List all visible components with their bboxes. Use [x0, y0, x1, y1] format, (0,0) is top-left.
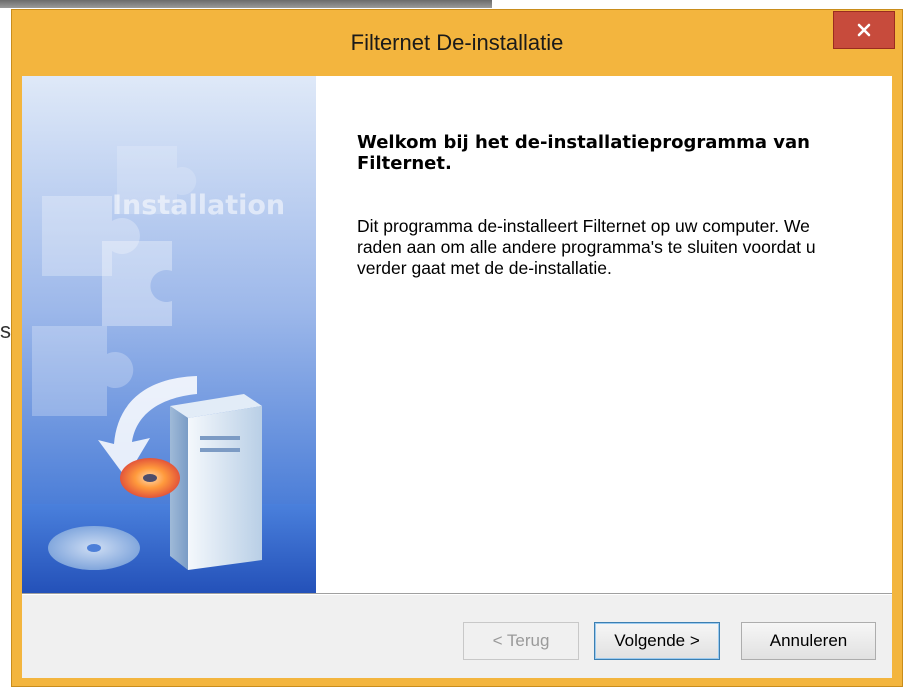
side-image-label: Installation: [112, 190, 285, 221]
footer-separator: [22, 593, 892, 595]
uninstall-dialog: Filternet De-installatie Installation We…: [11, 9, 903, 687]
cancel-button[interactable]: Annuleren: [741, 622, 876, 660]
computer-disc-install-icon: Installation: [22, 76, 316, 595]
dialog-client-area: Installation Welkom bij het de-installat…: [22, 76, 892, 678]
welcome-heading: Welkom bij het de-installatieprogramma v…: [357, 132, 810, 174]
welcome-description: Dit programma de-installeert Filternet o…: [357, 216, 816, 278]
back-button[interactable]: < Terug: [463, 622, 579, 660]
close-icon: [857, 23, 871, 37]
window-title: Filternet De-installatie: [350, 30, 564, 55]
next-button[interactable]: Volgende >: [594, 622, 720, 660]
title-bar[interactable]: Filternet De-installatie: [12, 10, 902, 76]
background-text-fragment: s: [0, 318, 11, 343]
installation-side-image: Installation: [22, 76, 316, 595]
close-button[interactable]: [833, 11, 895, 49]
background-window-strip: [0, 0, 492, 8]
